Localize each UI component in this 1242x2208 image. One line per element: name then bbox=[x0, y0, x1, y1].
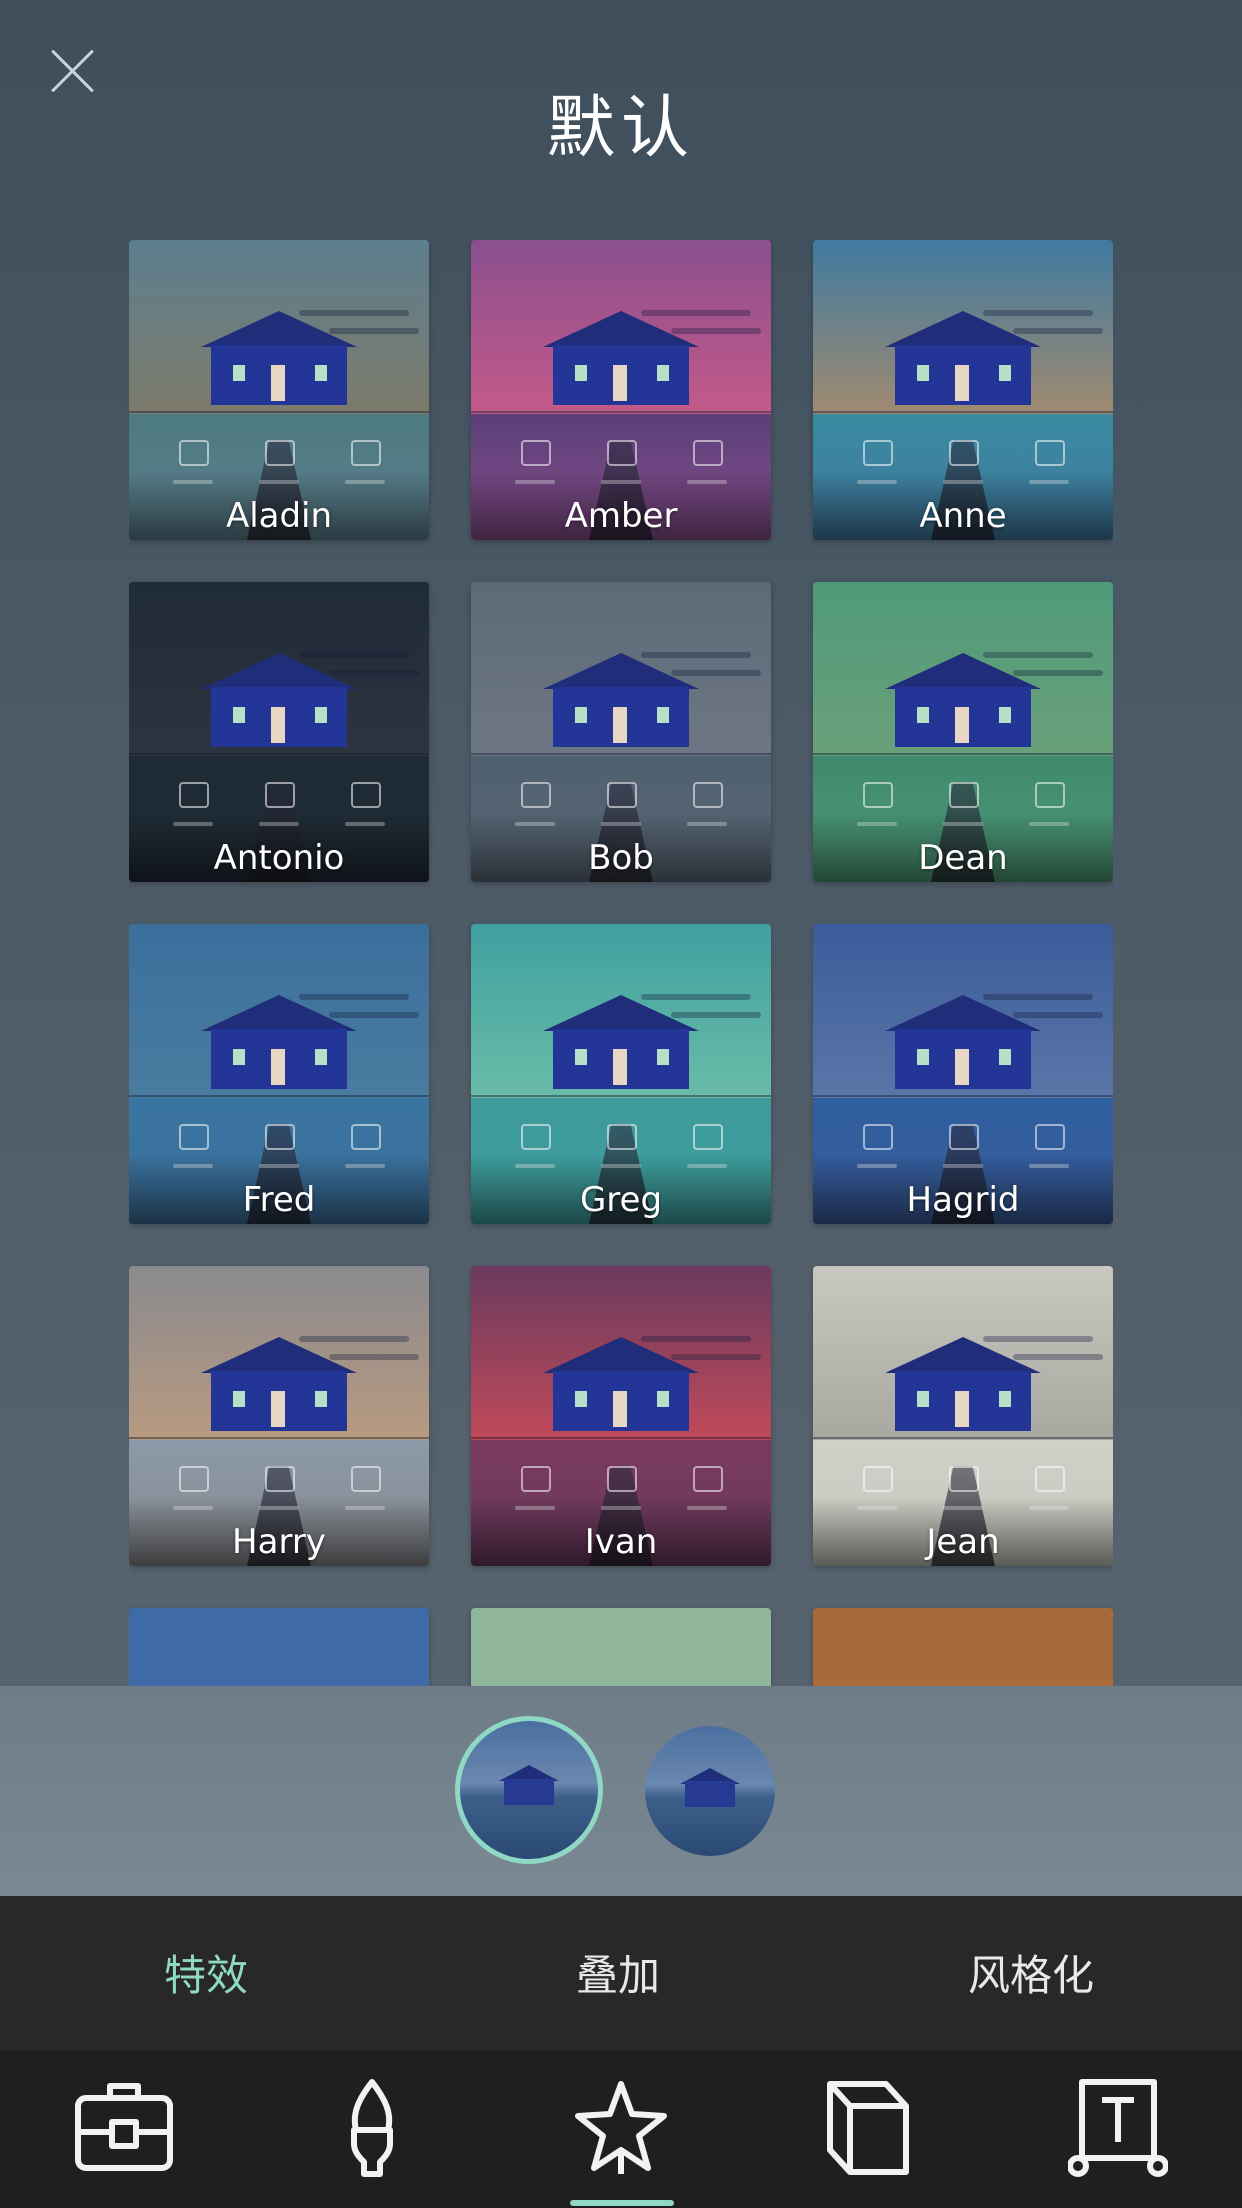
filter-tile[interactable]: Ivan bbox=[471, 1266, 771, 1566]
tile-horizon bbox=[813, 753, 1113, 755]
tile-horizon bbox=[129, 411, 429, 413]
filter-name: Amber bbox=[564, 496, 678, 536]
tile-horizon bbox=[129, 753, 429, 755]
filter-tile[interactable]: Antonio bbox=[129, 582, 429, 882]
boathouse-image bbox=[885, 995, 1041, 1089]
preset-thumb-selected[interactable] bbox=[455, 1716, 603, 1864]
tab-overlay[interactable]: 叠加 bbox=[576, 1942, 660, 2003]
preset-thumb[interactable] bbox=[645, 1726, 775, 1856]
filter-name: Greg bbox=[579, 1180, 663, 1220]
filter-name: Hagrid bbox=[906, 1180, 1020, 1220]
brush-icon bbox=[351, 2079, 393, 2177]
filter-tile[interactable]: Dean bbox=[813, 582, 1113, 882]
boathouse-image bbox=[201, 653, 357, 747]
tile-horizon bbox=[813, 1095, 1113, 1097]
filter-tile[interactable] bbox=[471, 1608, 771, 1686]
tool-brush[interactable] bbox=[322, 2078, 422, 2178]
filter-name: Ivan bbox=[584, 1522, 658, 1562]
tile-horizon bbox=[129, 1437, 429, 1439]
briefcase-icon bbox=[75, 2083, 173, 2171]
boathouse-image bbox=[201, 311, 357, 405]
filter-tile[interactable]: Anne bbox=[813, 240, 1113, 540]
tool-crop[interactable] bbox=[820, 2078, 920, 2178]
boathouse-image bbox=[543, 311, 699, 405]
tile-horizon bbox=[471, 753, 771, 755]
filter-tile[interactable]: Greg bbox=[471, 924, 771, 1224]
tile-horizon bbox=[471, 1095, 771, 1097]
boathouse-image bbox=[543, 653, 699, 747]
tile-sky bbox=[471, 1608, 771, 1686]
filter-tile[interactable]: Jean bbox=[813, 1266, 1113, 1566]
tile-sky bbox=[129, 1608, 429, 1686]
filter-tile[interactable]: Amber bbox=[471, 240, 771, 540]
crop-frame-icon bbox=[827, 2081, 909, 2175]
filter-name: Bob bbox=[588, 838, 654, 878]
preset-tray bbox=[0, 1686, 1242, 1896]
filter-name: Dean bbox=[918, 838, 1008, 878]
filter-name: Harry bbox=[232, 1522, 326, 1562]
tab-stylize[interactable]: 风格化 bbox=[968, 1942, 1094, 2003]
boathouse-image bbox=[201, 1337, 357, 1431]
tool-briefcase[interactable] bbox=[74, 2078, 174, 2178]
tab-effects[interactable]: 特效 bbox=[164, 1942, 248, 2003]
filter-grid: Aladin Amber Anne Antonio Bob Dean Fred Greg Hag… bbox=[129, 240, 1113, 1686]
filter-name: Aladin bbox=[225, 496, 333, 536]
filter-name: Jean bbox=[926, 1522, 1000, 1562]
category-tab-bar: 特效 叠加 风格化 bbox=[0, 1896, 1242, 2050]
text-icon bbox=[1067, 2079, 1169, 2177]
filter-tile[interactable]: Hagrid bbox=[813, 924, 1113, 1224]
tile-horizon bbox=[471, 411, 771, 413]
effects-star-icon bbox=[575, 2081, 667, 2174]
active-tool-indicator bbox=[570, 2200, 674, 2206]
boathouse-image bbox=[201, 995, 357, 1089]
filter-tile[interactable]: Bob bbox=[471, 582, 771, 882]
filter-tile[interactable]: Harry bbox=[129, 1266, 429, 1566]
tool-effects[interactable] bbox=[571, 2078, 671, 2178]
filter-tile[interactable] bbox=[129, 1608, 429, 1686]
boathouse-image bbox=[543, 1337, 699, 1431]
tile-horizon bbox=[471, 1437, 771, 1439]
tool-text[interactable] bbox=[1067, 2078, 1169, 2178]
boathouse-image bbox=[543, 995, 699, 1089]
page-title: 默认 bbox=[546, 89, 695, 168]
filter-name: Antonio bbox=[213, 838, 345, 878]
filter-name: Anne bbox=[919, 496, 1007, 536]
tile-horizon bbox=[813, 411, 1113, 413]
filter-tile[interactable]: Aladin bbox=[129, 240, 429, 540]
boathouse-image bbox=[885, 1337, 1041, 1431]
tile-sky bbox=[813, 1608, 1113, 1686]
filter-tile[interactable]: Fred bbox=[129, 924, 429, 1224]
boathouse-image bbox=[885, 311, 1041, 405]
filter-name: Fred bbox=[242, 1180, 316, 1220]
bottom-toolbar bbox=[0, 2050, 1242, 2208]
tile-horizon bbox=[813, 1437, 1113, 1439]
boathouse-image bbox=[885, 653, 1041, 747]
tile-horizon bbox=[129, 1095, 429, 1097]
filter-tile[interactable] bbox=[813, 1608, 1113, 1686]
